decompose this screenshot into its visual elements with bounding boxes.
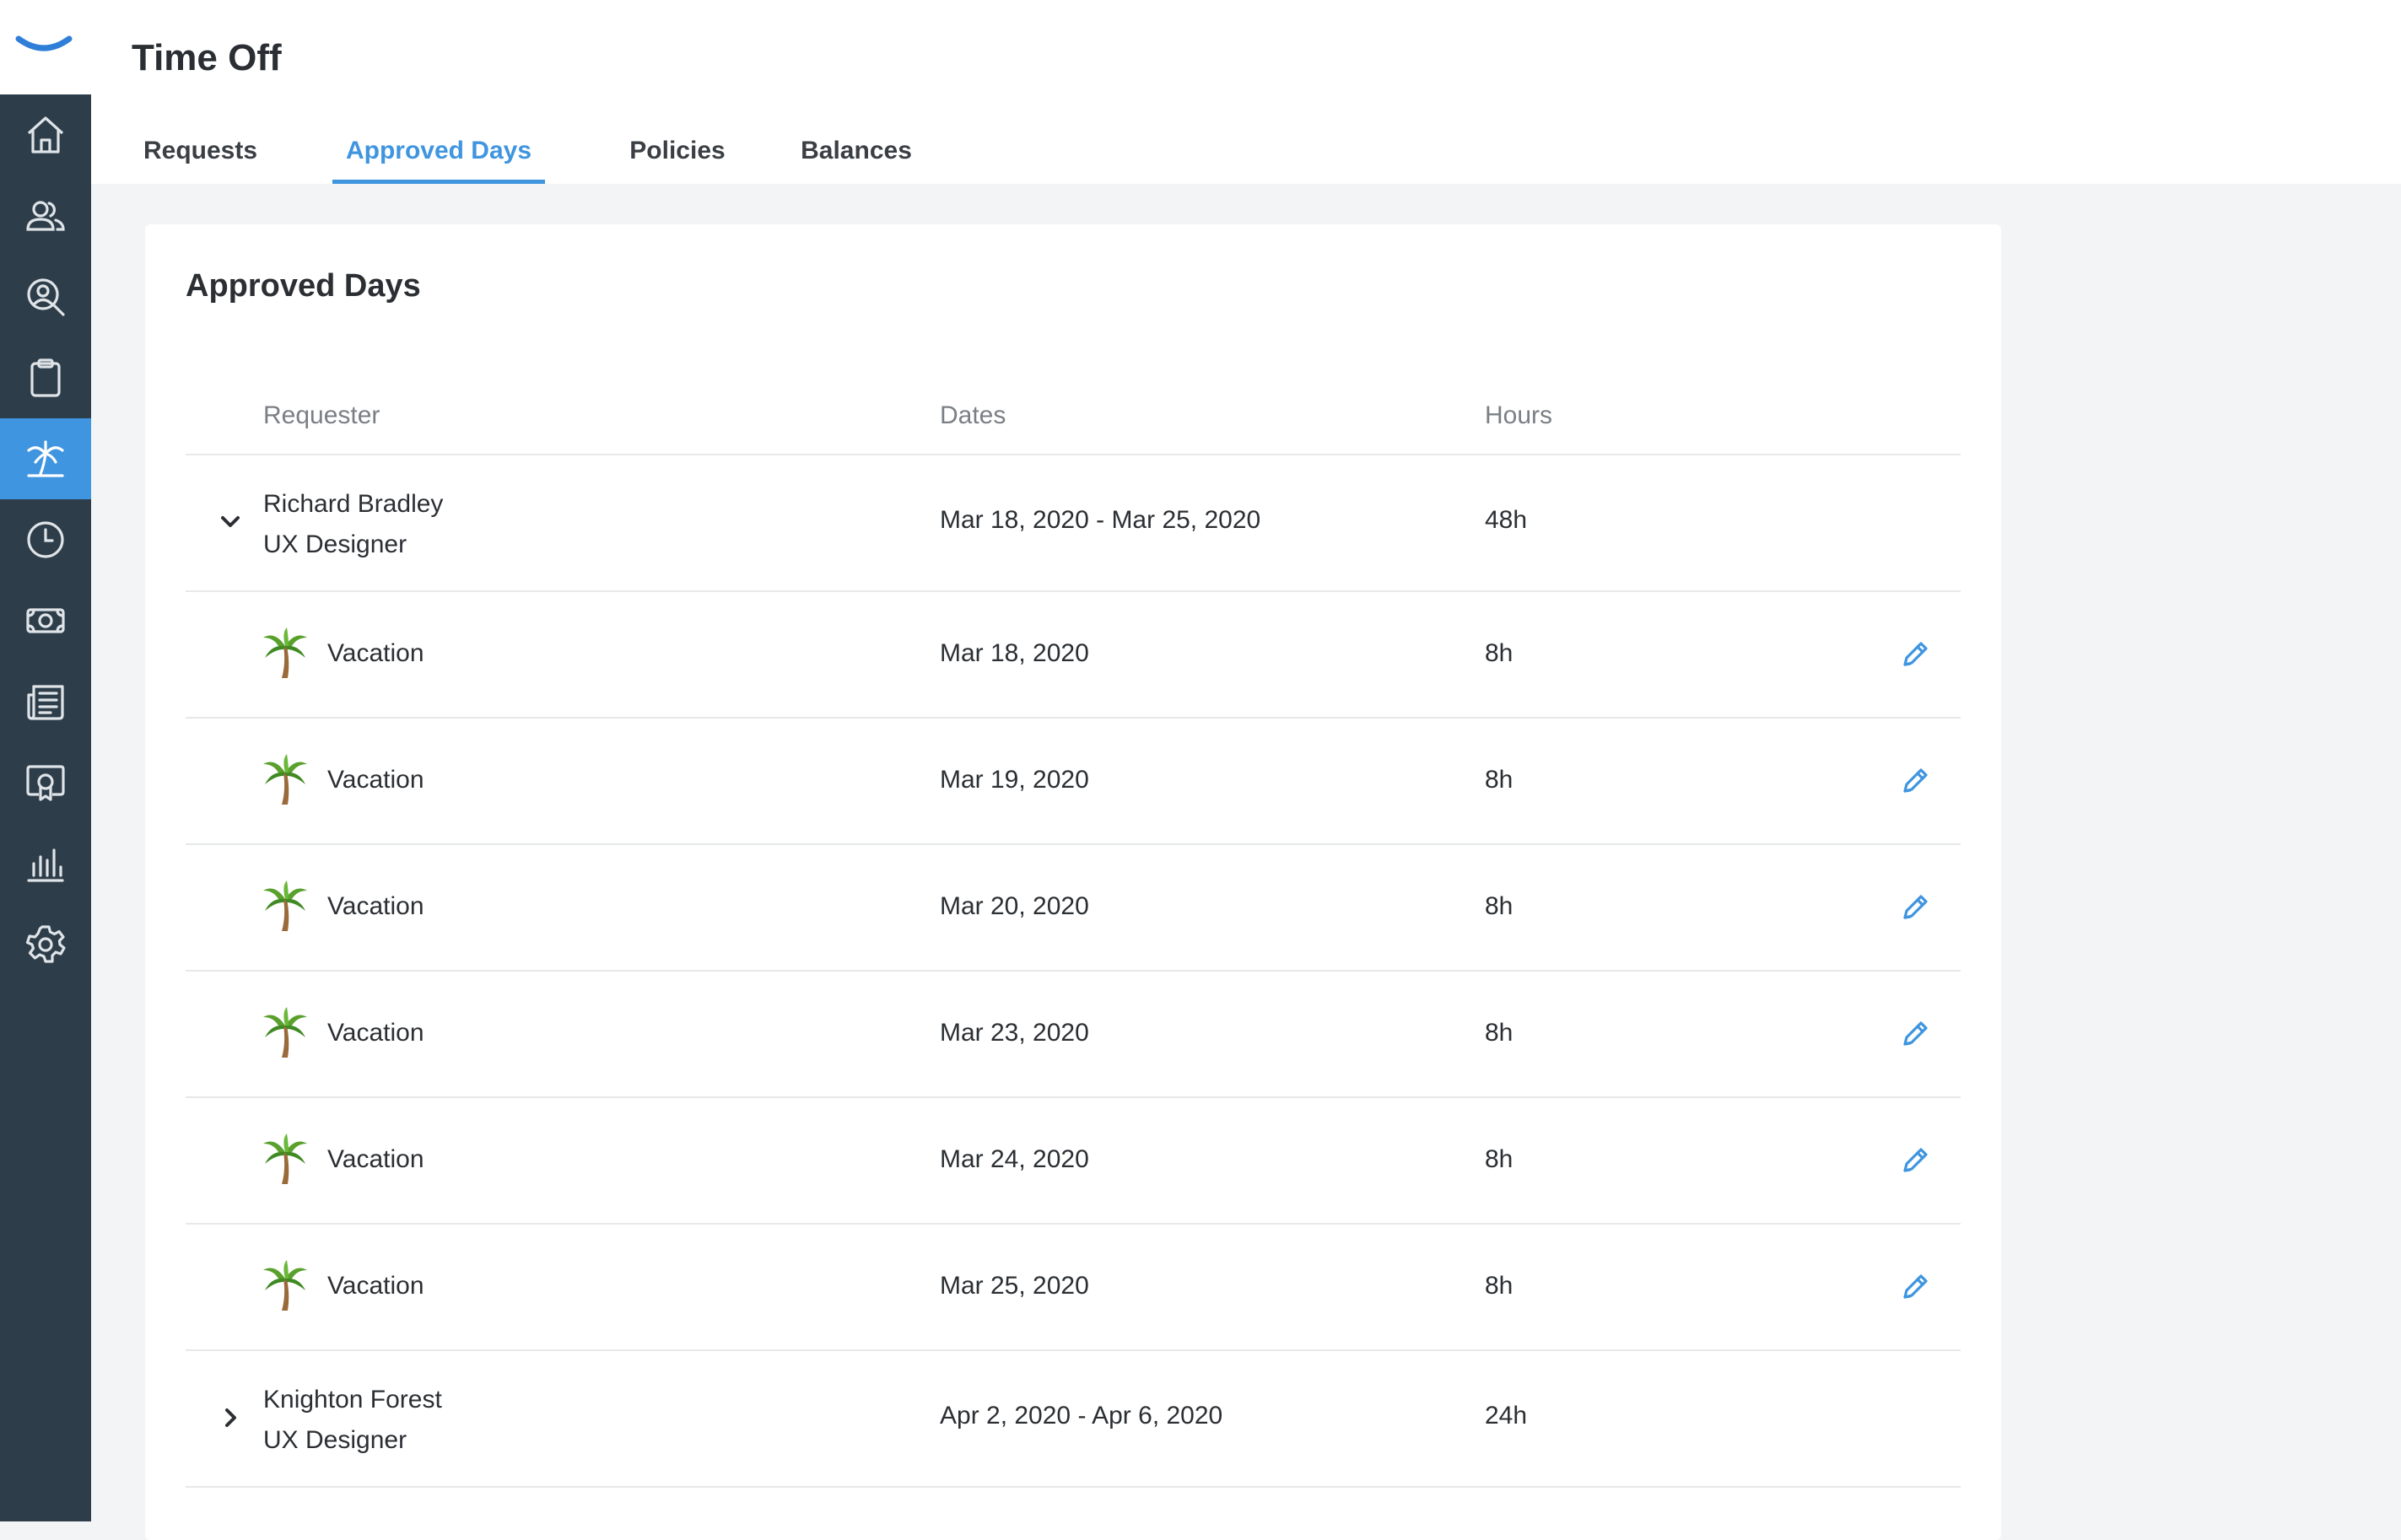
day-hours: 8h	[1485, 1145, 1513, 1173]
requester-role: UX Designer	[263, 530, 407, 558]
chevron-down-icon[interactable]	[216, 508, 245, 536]
clipboard-icon	[30, 358, 61, 397]
sidebar-item-time-off[interactable]	[0, 418, 91, 499]
table-header: Requester Dates Hours	[186, 369, 1961, 455]
column-header-dates: Dates	[940, 401, 1006, 429]
pencil-icon[interactable]	[1898, 891, 1932, 924]
requester-name: Knighton Forest	[263, 1386, 442, 1413]
pencil-icon[interactable]	[1898, 1144, 1932, 1177]
sidebar-item-clock[interactable]	[0, 499, 91, 580]
palm-tree-emoji-icon	[263, 1133, 307, 1184]
sidebar-item-news[interactable]	[0, 661, 91, 742]
day-date: Mar 19, 2020	[940, 766, 1089, 794]
smile-logo-icon	[15, 35, 73, 51]
approved-days-table: Requester Dates Hours Richard Bradley UX…	[186, 369, 1961, 1488]
user-search-icon	[27, 278, 65, 316]
table-row-day: Vacation Mar 19, 2020 8h	[186, 719, 1961, 845]
table-row-day: Vacation Mar 25, 2020 8h	[186, 1225, 1961, 1351]
table-row-day: Vacation Mar 24, 2020 8h	[186, 1098, 1961, 1225]
requester-name: Richard Bradley	[263, 490, 444, 518]
requester-cell: Richard Bradley UX Designer	[263, 484, 443, 565]
tab-policies[interactable]: Policies	[609, 125, 746, 184]
approved-days-card: Approved Days Requester Dates Hours Rich…	[145, 224, 2001, 1540]
day-date: Mar 20, 2020	[940, 892, 1089, 920]
sidebar-item-user-search[interactable]	[0, 256, 91, 337]
sidebar-item-settings[interactable]	[0, 904, 91, 985]
table-row-day: Vacation Mar 23, 2020 8h	[186, 972, 1961, 1098]
pencil-icon[interactable]	[1898, 638, 1932, 671]
sidebar-item-reports[interactable]	[0, 823, 91, 904]
time-off-type: Vacation	[327, 1145, 424, 1173]
palm-tree-emoji-icon	[263, 627, 307, 678]
bar-chart-icon	[27, 848, 64, 882]
table-row-group[interactable]: Richard Bradley UX Designer Mar 18, 2020…	[186, 455, 1961, 592]
pencil-icon[interactable]	[1898, 1270, 1932, 1304]
hours-total: 24h	[1485, 1402, 1528, 1430]
news-icon	[27, 685, 64, 720]
hours-total: 48h	[1485, 506, 1528, 534]
column-header-requester: Requester	[263, 401, 380, 429]
pencil-icon[interactable]	[1898, 764, 1932, 798]
clock-icon	[27, 521, 64, 558]
day-date: Mar 25, 2020	[940, 1272, 1089, 1300]
tab-approved-days[interactable]: Approved Days	[332, 125, 545, 184]
table-row-group[interactable]: Knighton Forest UX Designer Apr 2, 2020 …	[186, 1351, 1961, 1488]
pencil-icon[interactable]	[1898, 1017, 1932, 1051]
palm-tree-emoji-icon	[263, 1007, 307, 1058]
people-icon	[26, 201, 65, 231]
column-header-hours: Hours	[1485, 401, 1553, 429]
requester-role: UX Designer	[263, 1426, 407, 1454]
palm-tree-emoji-icon	[263, 880, 307, 931]
sidebar-item-certificates[interactable]	[0, 742, 91, 823]
table-row-day: Vacation Mar 18, 2020 8h	[186, 592, 1961, 719]
day-hours: 8h	[1485, 766, 1513, 794]
day-date: Mar 23, 2020	[940, 1019, 1089, 1047]
header: Time Off Requests Approved Days Policies…	[91, 0, 2401, 184]
palm-tree-icon	[27, 440, 64, 477]
money-icon	[26, 608, 65, 633]
time-off-type: Vacation	[327, 639, 424, 667]
tab-balances[interactable]: Balances	[793, 125, 920, 184]
sidebar-item-clipboard[interactable]	[0, 337, 91, 418]
gear-icon	[25, 925, 66, 963]
sidebar	[0, 0, 91, 1521]
sidebar-item-home[interactable]	[0, 94, 91, 175]
time-off-type: Vacation	[327, 892, 424, 920]
day-date: Mar 18, 2020	[940, 639, 1089, 667]
table-row-day: Vacation Mar 20, 2020 8h	[186, 845, 1961, 972]
tab-requests[interactable]: Requests	[143, 125, 257, 184]
date-range: Apr 2, 2020 - Apr 6, 2020	[940, 1402, 1223, 1430]
requester-cell: Knighton Forest UX Designer	[263, 1380, 442, 1461]
home-icon	[27, 116, 64, 153]
palm-tree-emoji-icon	[263, 1260, 307, 1311]
sidebar-item-people[interactable]	[0, 175, 91, 256]
sidebar-item-payroll[interactable]	[0, 580, 91, 661]
certificate-icon	[26, 765, 65, 801]
time-off-type: Vacation	[327, 1272, 424, 1300]
page-title: Time Off	[132, 37, 282, 78]
logo[interactable]	[0, 0, 91, 94]
time-off-type: Vacation	[327, 766, 424, 794]
palm-tree-emoji-icon	[263, 754, 307, 805]
day-hours: 8h	[1485, 1019, 1513, 1047]
day-hours: 8h	[1485, 1272, 1513, 1300]
chevron-right-icon[interactable]	[216, 1403, 245, 1432]
day-hours: 8h	[1485, 892, 1513, 920]
day-hours: 8h	[1485, 639, 1513, 667]
time-off-type: Vacation	[327, 1019, 424, 1047]
date-range: Mar 18, 2020 - Mar 25, 2020	[940, 506, 1261, 534]
day-date: Mar 24, 2020	[940, 1145, 1089, 1173]
card-title: Approved Days	[186, 268, 421, 304]
